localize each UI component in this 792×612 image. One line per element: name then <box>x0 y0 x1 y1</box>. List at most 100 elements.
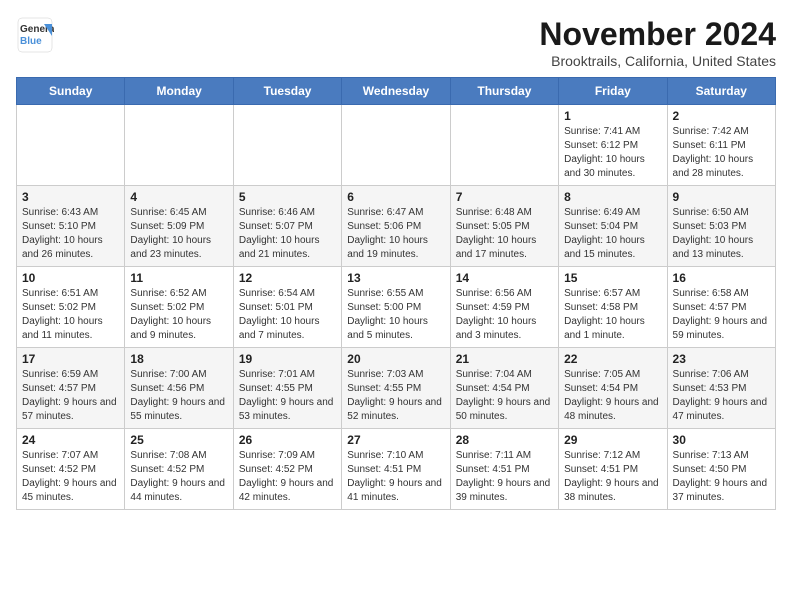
calendar-cell: 21 Sunrise: 7:04 AM Sunset: 4:54 PM Dayli… <box>450 348 558 429</box>
calendar-cell: 29 Sunrise: 7:12 AM Sunset: 4:51 PM Dayli… <box>559 429 667 510</box>
day-detail: Sunrise: 7:07 AM Sunset: 4:52 PM Dayligh… <box>22 449 119 505</box>
calendar-cell: 17 Sunrise: 6:59 AM Sunset: 4:57 PM Dayli… <box>17 348 125 429</box>
week-row-2: 3 Sunrise: 6:43 AM Sunset: 5:10 PM Daylig… <box>17 186 776 267</box>
logo: General Blue <box>16 16 54 54</box>
calendar-cell: 20 Sunrise: 7:03 AM Sunset: 4:55 PM Dayli… <box>342 348 450 429</box>
col-header-saturday: Saturday <box>667 78 775 105</box>
title-block: November 2024 Brooktrails, California, U… <box>539 16 776 69</box>
day-detail: Sunrise: 6:52 AM Sunset: 5:02 PM Dayligh… <box>130 287 227 343</box>
col-header-monday: Monday <box>125 78 233 105</box>
day-number: 25 <box>130 433 227 447</box>
day-number: 24 <box>22 433 119 447</box>
calendar-cell: 24 Sunrise: 7:07 AM Sunset: 4:52 PM Dayli… <box>17 429 125 510</box>
day-detail: Sunrise: 6:51 AM Sunset: 5:02 PM Dayligh… <box>22 287 119 343</box>
calendar-cell: 2 Sunrise: 7:42 AM Sunset: 6:11 PM Daylig… <box>667 105 775 186</box>
calendar-cell: 11Sunrise: 6:52 AM Sunset: 5:02 PM Dayli… <box>125 267 233 348</box>
day-number: 19 <box>239 352 336 366</box>
month-title: November 2024 <box>539 16 776 53</box>
day-detail: Sunrise: 6:45 AM Sunset: 5:09 PM Dayligh… <box>130 206 227 262</box>
day-number: 18 <box>130 352 227 366</box>
calendar-cell <box>125 105 233 186</box>
day-detail: Sunrise: 6:50 AM Sunset: 5:03 PM Dayligh… <box>673 206 770 262</box>
day-number: 2 <box>673 109 770 123</box>
week-row-3: 10 Sunrise: 6:51 AM Sunset: 5:02 PM Dayli… <box>17 267 776 348</box>
day-detail: Sunrise: 7:12 AM Sunset: 4:51 PM Dayligh… <box>564 449 661 505</box>
day-number: 29 <box>564 433 661 447</box>
day-number: 12 <box>239 271 336 285</box>
calendar-cell: 4 Sunrise: 6:45 AM Sunset: 5:09 PM Daylig… <box>125 186 233 267</box>
calendar-cell: 9 Sunrise: 6:50 AM Sunset: 5:03 PM Daylig… <box>667 186 775 267</box>
day-detail: Sunrise: 7:10 AM Sunset: 4:51 PM Dayligh… <box>347 449 444 505</box>
calendar-cell: 3 Sunrise: 6:43 AM Sunset: 5:10 PM Daylig… <box>17 186 125 267</box>
day-detail: Sunrise: 6:56 AM Sunset: 4:59 PM Dayligh… <box>456 287 553 343</box>
calendar-cell: 6Sunrise: 6:47 AM Sunset: 5:06 PM Daylig… <box>342 186 450 267</box>
day-detail: Sunrise: 6:48 AM Sunset: 5:05 PM Dayligh… <box>456 206 553 262</box>
day-number: 4 <box>130 190 227 204</box>
day-number: 26 <box>239 433 336 447</box>
day-detail: Sunrise: 7:01 AM Sunset: 4:55 PM Dayligh… <box>239 368 336 424</box>
day-detail: Sunrise: 6:54 AM Sunset: 5:01 PM Dayligh… <box>239 287 336 343</box>
svg-text:Blue: Blue <box>20 36 42 47</box>
week-row-5: 24 Sunrise: 7:07 AM Sunset: 4:52 PM Dayli… <box>17 429 776 510</box>
day-detail: Sunrise: 7:04 AM Sunset: 4:54 PM Dayligh… <box>456 368 553 424</box>
day-number: 17 <box>22 352 119 366</box>
day-detail: Sunrise: 6:57 AM Sunset: 4:58 PM Dayligh… <box>564 287 661 343</box>
day-detail: Sunrise: 6:49 AM Sunset: 5:04 PM Dayligh… <box>564 206 661 262</box>
day-detail: Sunrise: 6:58 AM Sunset: 4:57 PM Dayligh… <box>673 287 770 343</box>
week-row-4: 17 Sunrise: 6:59 AM Sunset: 4:57 PM Dayli… <box>17 348 776 429</box>
calendar-cell: 19 Sunrise: 7:01 AM Sunset: 4:55 PM Dayli… <box>233 348 341 429</box>
day-detail: Sunrise: 7:09 AM Sunset: 4:52 PM Dayligh… <box>239 449 336 505</box>
calendar-cell: 8 Sunrise: 6:49 AM Sunset: 5:04 PM Daylig… <box>559 186 667 267</box>
day-detail: Sunrise: 6:59 AM Sunset: 4:57 PM Dayligh… <box>22 368 119 424</box>
day-number: 5 <box>239 190 336 204</box>
calendar-cell: 14 Sunrise: 6:56 AM Sunset: 4:59 PM Dayli… <box>450 267 558 348</box>
col-header-friday: Friday <box>559 78 667 105</box>
day-number: 6 <box>347 190 444 204</box>
day-number: 21 <box>456 352 553 366</box>
calendar-cell: 23 Sunrise: 7:06 AM Sunset: 4:53 PM Dayli… <box>667 348 775 429</box>
day-number: 15 <box>564 271 661 285</box>
day-number: 13 <box>347 271 444 285</box>
day-number: 3 <box>22 190 119 204</box>
calendar-cell: 15 Sunrise: 6:57 AM Sunset: 4:58 PM Dayli… <box>559 267 667 348</box>
day-number: 27 <box>347 433 444 447</box>
day-detail: Sunrise: 7:03 AM Sunset: 4:55 PM Dayligh… <box>347 368 444 424</box>
calendar-cell: 18 Sunrise: 7:00 AM Sunset: 4:56 PM Dayli… <box>125 348 233 429</box>
day-number: 9 <box>673 190 770 204</box>
col-header-tuesday: Tuesday <box>233 78 341 105</box>
calendar-cell: 28Sunrise: 7:11 AM Sunset: 4:51 PM Dayli… <box>450 429 558 510</box>
day-detail: Sunrise: 7:08 AM Sunset: 4:52 PM Dayligh… <box>130 449 227 505</box>
week-row-1: 1 Sunrise: 7:41 AM Sunset: 6:12 PM Daylig… <box>17 105 776 186</box>
day-number: 10 <box>22 271 119 285</box>
day-detail: Sunrise: 7:06 AM Sunset: 4:53 PM Dayligh… <box>673 368 770 424</box>
day-detail: Sunrise: 7:13 AM Sunset: 4:50 PM Dayligh… <box>673 449 770 505</box>
day-detail: Sunrise: 7:05 AM Sunset: 4:54 PM Dayligh… <box>564 368 661 424</box>
calendar-cell: 22Sunrise: 7:05 AM Sunset: 4:54 PM Dayli… <box>559 348 667 429</box>
day-detail: Sunrise: 7:00 AM Sunset: 4:56 PM Dayligh… <box>130 368 227 424</box>
day-detail: Sunrise: 6:43 AM Sunset: 5:10 PM Dayligh… <box>22 206 119 262</box>
calendar-cell <box>450 105 558 186</box>
day-number: 23 <box>673 352 770 366</box>
calendar-cell: 26 Sunrise: 7:09 AM Sunset: 4:52 PM Dayli… <box>233 429 341 510</box>
header: General Blue November 2024 Brooktrails, … <box>16 16 776 69</box>
calendar-cell <box>17 105 125 186</box>
day-number: 8 <box>564 190 661 204</box>
day-number: 7 <box>456 190 553 204</box>
day-detail: Sunrise: 7:42 AM Sunset: 6:11 PM Dayligh… <box>673 125 770 181</box>
day-number: 14 <box>456 271 553 285</box>
day-number: 20 <box>347 352 444 366</box>
col-header-thursday: Thursday <box>450 78 558 105</box>
calendar-cell: 13 Sunrise: 6:55 AM Sunset: 5:00 PM Dayli… <box>342 267 450 348</box>
col-header-sunday: Sunday <box>17 78 125 105</box>
day-number: 16 <box>673 271 770 285</box>
calendar-cell: 16 Sunrise: 6:58 AM Sunset: 4:57 PM Dayli… <box>667 267 775 348</box>
calendar-cell: 1 Sunrise: 7:41 AM Sunset: 6:12 PM Daylig… <box>559 105 667 186</box>
day-detail: Sunrise: 6:46 AM Sunset: 5:07 PM Dayligh… <box>239 206 336 262</box>
calendar-cell: 27 Sunrise: 7:10 AM Sunset: 4:51 PM Dayli… <box>342 429 450 510</box>
col-header-wednesday: Wednesday <box>342 78 450 105</box>
day-detail: Sunrise: 6:55 AM Sunset: 5:00 PM Dayligh… <box>347 287 444 343</box>
calendar-header-row: SundayMondayTuesdayWednesdayThursdayFrid… <box>17 78 776 105</box>
day-number: 28 <box>456 433 553 447</box>
day-detail: Sunrise: 7:41 AM Sunset: 6:12 PM Dayligh… <box>564 125 661 181</box>
day-number: 1 <box>564 109 661 123</box>
